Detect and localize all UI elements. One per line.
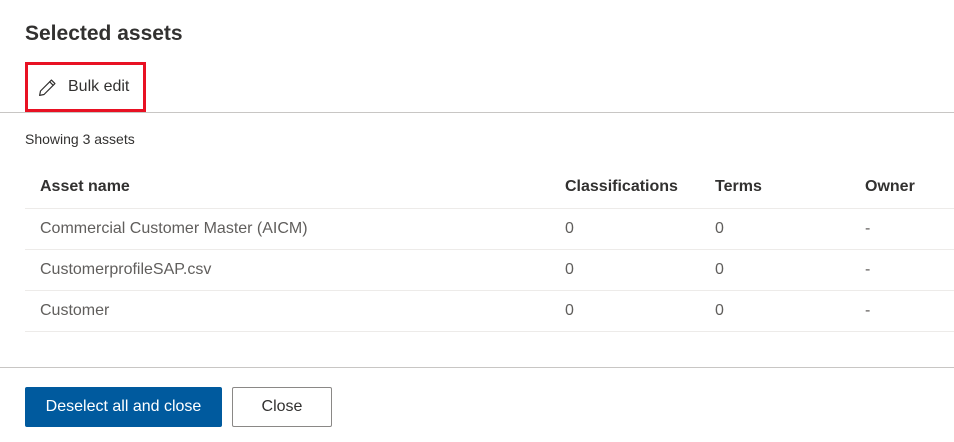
table-header-row: Asset name Classifications Terms Owner (25, 165, 954, 209)
classifications-cell: 0 (565, 261, 574, 278)
footer-divider (0, 367, 954, 368)
table-row[interactable]: Customer 0 0 - (25, 291, 954, 332)
column-header-terms[interactable]: Terms (715, 165, 762, 208)
panel-title: Selected assets (25, 22, 183, 45)
owner-cell: - (865, 302, 871, 319)
column-header-owner[interactable]: Owner (865, 165, 915, 208)
selected-assets-panel: Selected assets Bulk edit Showing 3 asse… (0, 0, 954, 442)
table-row[interactable]: Commercial Customer Master (AICM) 0 0 - (25, 209, 954, 250)
asset-name-cell: CustomerprofileSAP.csv (40, 261, 212, 278)
asset-name-cell: Commercial Customer Master (AICM) (40, 220, 308, 237)
table-row[interactable]: CustomerprofileSAP.csv 0 0 - (25, 250, 954, 291)
terms-cell: 0 (715, 220, 724, 237)
pencil-icon (37, 77, 58, 98)
bulk-edit-button[interactable]: Bulk edit (25, 62, 146, 112)
classifications-cell: 0 (565, 302, 574, 319)
column-header-asset-name[interactable]: Asset name (40, 165, 130, 208)
column-header-classifications[interactable]: Classifications (565, 165, 678, 208)
owner-cell: - (865, 261, 871, 278)
terms-cell: 0 (715, 261, 724, 278)
terms-cell: 0 (715, 302, 724, 319)
owner-cell: - (865, 220, 871, 237)
assets-table: Asset name Classifications Terms Owner C… (25, 165, 954, 332)
deselect-all-and-close-button[interactable]: Deselect all and close (25, 387, 222, 427)
toolbar: Bulk edit (0, 62, 954, 113)
bulk-edit-label: Bulk edit (68, 78, 130, 95)
close-button[interactable]: Close (232, 387, 332, 427)
classifications-cell: 0 (565, 220, 574, 237)
asset-count-text: Showing 3 assets (25, 131, 135, 147)
asset-name-cell: Customer (40, 302, 110, 319)
